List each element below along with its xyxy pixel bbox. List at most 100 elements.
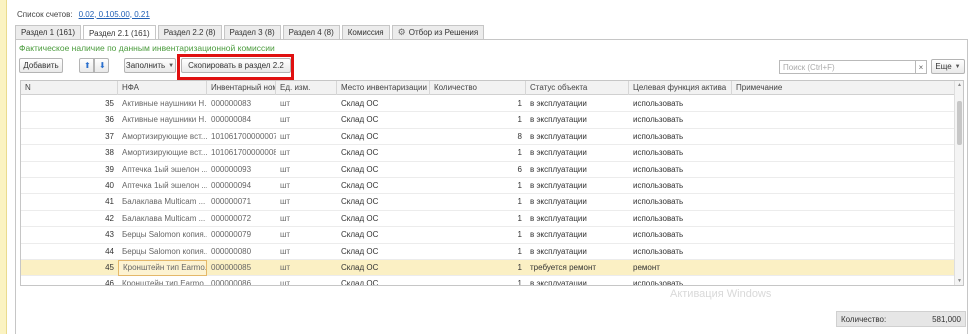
cell-inv[interactable]: 101061700000007 [207,129,276,145]
scroll-down-icon[interactable]: ▼ [955,278,963,284]
add-button[interactable]: Добавить [19,58,63,73]
cell-status[interactable]: в эксплуатации [526,162,629,178]
cell-note[interactable] [732,129,956,145]
cell-status[interactable]: в эксплуатации [526,211,629,227]
cell-qty[interactable]: 1 [430,227,526,243]
cell-qty[interactable]: 8 [430,129,526,145]
cell-inv[interactable]: 000000094 [207,178,276,194]
cell-unit[interactable]: шт [276,260,337,276]
fill-button[interactable]: Заполнить ▼ [124,58,176,73]
cell-func[interactable]: использовать [629,276,732,285]
cell-status[interactable]: в эксплуатации [526,112,629,128]
col-header-quantity[interactable]: Количество [430,81,526,95]
cell-func[interactable]: использовать [629,129,732,145]
cell-place[interactable]: Склад ОС [337,276,430,285]
cell-inv[interactable]: 000000071 [207,194,276,210]
more-button[interactable]: Еще ▼ [931,59,965,74]
cell-place[interactable]: Склад ОС [337,129,430,145]
cell-place[interactable]: Склад ОС [337,244,430,260]
tab-section-2-1[interactable]: Раздел 2.1 (161) [83,25,156,40]
cell-n[interactable]: 46 [21,276,118,285]
accounts-link[interactable]: 0.02, 0.105.00, 0.21 [79,10,150,19]
table-row[interactable]: 40 Аптечка 1ый эшелон ... 000000094 шт Склад… [21,178,956,195]
tab-section-2-2[interactable]: Раздел 2.2 (8) [157,25,222,39]
table-row[interactable]: 39 Аптечка 1ый эшелон ... 000000093 шт Склад… [21,162,956,178]
cell-nfa[interactable]: Балаклава Multicam ... [118,194,207,210]
cell-n[interactable]: 42 [21,211,118,227]
cell-place[interactable]: Склад ОС [337,260,430,276]
tab-section-4[interactable]: Раздел 4 (8) [282,25,340,39]
cell-n[interactable]: 45 [21,260,118,276]
cell-unit[interactable]: шт [276,276,337,285]
cell-note[interactable] [732,162,956,178]
cell-note[interactable] [732,194,956,210]
cell-func[interactable]: использовать [629,178,732,194]
cell-note[interactable] [732,96,956,112]
table-row[interactable]: 44 Берцы Salomon копия... 000000080 шт Склад… [21,244,956,260]
cell-status[interactable]: в эксплуатации [526,145,629,161]
cell-place[interactable]: Склад ОС [337,211,430,227]
cell-nfa[interactable]: Амортизирующие вст... [118,129,207,145]
cell-unit[interactable]: шт [276,129,337,145]
cell-note[interactable] [732,276,956,285]
cell-inv[interactable]: 000000080 [207,244,276,260]
cell-func[interactable]: использовать [629,112,732,128]
table-row[interactable]: 43 Берцы Salomon копия... 000000079 шт Склад… [21,227,956,244]
cell-status[interactable]: в эксплуатации [526,96,629,112]
cell-status[interactable]: в эксплуатации [526,178,629,194]
cell-nfa[interactable]: Кронштейн тип Earmo... [118,276,207,285]
col-header-nfa[interactable]: НФА [118,81,207,95]
scrollbar-thumb[interactable] [957,101,962,145]
scroll-up-icon[interactable]: ▲ [955,82,963,88]
cell-inv[interactable]: 000000072 [207,211,276,227]
cell-nfa[interactable]: Амортизирующие вст... [118,145,207,161]
cell-status[interactable]: в эксплуатации [526,194,629,210]
table-row[interactable]: 42 Балаклава Multicam ... 000000072 шт Склад… [21,211,956,228]
cell-n[interactable]: 37 [21,129,118,145]
cell-qty[interactable]: 1 [430,194,526,210]
cell-func[interactable]: использовать [629,162,732,178]
cell-inv[interactable]: 000000084 [207,112,276,128]
col-header-unit[interactable]: Ед. изм. [276,81,337,95]
col-header-status[interactable]: Статус объекта [526,81,629,95]
cell-qty[interactable]: 1 [430,112,526,128]
cell-inv[interactable]: 000000079 [207,227,276,243]
cell-place[interactable]: Склад ОС [337,145,430,161]
tab-selection-from-decision[interactable]: ⚙ Отбор из Решения [391,25,485,39]
cell-note[interactable] [732,227,956,243]
cell-n[interactable]: 36 [21,112,118,128]
cell-unit[interactable]: шт [276,96,337,112]
cell-inv[interactable]: 000000083 [207,96,276,112]
table-row[interactable]: 35 Активные наушники Н... 000000083 шт Склад… [21,96,956,113]
cell-place[interactable]: Склад ОС [337,96,430,112]
cell-unit[interactable]: шт [276,145,337,161]
col-header-place[interactable]: Место инвентаризации [337,81,430,95]
cell-nfa[interactable]: Активные наушники Н... [118,96,207,112]
cell-note[interactable] [732,145,956,161]
table-row[interactable]: 41 Балаклава Multicam ... 000000071 шт Склад… [21,194,956,211]
tab-section-3[interactable]: Раздел 3 (8) [223,25,281,39]
table-row[interactable]: 45 Кронштейн тип Earmo... 000000085 шт Склад… [21,259,956,277]
col-header-n[interactable]: N [21,81,118,95]
cell-n[interactable]: 40 [21,178,118,194]
cell-n[interactable]: 39 [21,162,118,178]
cell-func[interactable]: использовать [629,211,732,227]
cell-qty[interactable]: 1 [430,178,526,194]
cell-status[interactable]: в эксплуатации [526,129,629,145]
cell-nfa[interactable]: Берцы Salomon копия... [118,244,207,260]
table-row[interactable]: 37 Амортизирующие вст... 101061700000007 шт… [21,129,956,146]
cell-qty[interactable]: 1 [430,244,526,260]
cell-place[interactable]: Склад ОС [337,162,430,178]
cell-qty[interactable]: 1 [430,260,526,276]
cell-n[interactable]: 35 [21,96,118,112]
cell-unit[interactable]: шт [276,194,337,210]
table-row[interactable]: 36 Активные наушники Н... 000000084 шт Склад… [21,112,956,129]
cell-note[interactable] [732,260,956,276]
cell-func[interactable]: использовать [629,227,732,243]
cell-qty[interactable]: 1 [430,276,526,285]
cell-note[interactable] [732,211,956,227]
move-up-button[interactable]: ⬆ [79,58,94,73]
cell-inv[interactable]: 000000093 [207,162,276,178]
cell-unit[interactable]: шт [276,211,337,227]
cell-nfa[interactable]: Берцы Salomon копия... [118,227,207,243]
